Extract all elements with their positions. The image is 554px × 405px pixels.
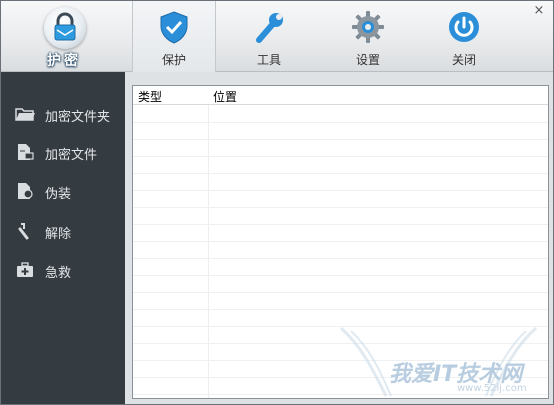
table-row: [133, 105, 548, 123]
sidebar-item-label: 加密文件: [45, 148, 98, 163]
table-row: [133, 122, 548, 140]
table-row: [133, 173, 548, 191]
logo-label: 护密: [47, 53, 81, 69]
sidebar-item-disguise[interactable]: 伪装: [1, 176, 125, 206]
shield-icon: [160, 11, 188, 44]
table-row: [133, 190, 548, 208]
tab-settings-label: 设置: [355, 53, 380, 67]
app-window: 护密 保护 工具 设置 关闭 × 加密文件夹 加密文件 伪装 解除 急救 类型 …: [0, 0, 554, 405]
table-row: [133, 292, 548, 310]
sidebar-item-label: 伪装: [45, 187, 72, 202]
tab-close-label: 关闭: [451, 53, 476, 67]
lock-logo-icon: [44, 7, 86, 49]
table-row: [133, 309, 548, 327]
folder-icon: [15, 108, 35, 121]
disguise-icon: [18, 183, 33, 199]
sidebar-item-encrypt-folder[interactable]: 加密文件夹: [1, 99, 125, 129]
tab-tools-label: 工具: [256, 53, 281, 67]
table-row: [133, 275, 548, 293]
power-icon: [449, 12, 479, 42]
tab-protect[interactable]: 保护: [132, 1, 216, 72]
sidebar-item-remove[interactable]: 解除: [1, 216, 125, 246]
sidebar-item-encrypt-file[interactable]: 加密文件: [1, 137, 125, 167]
sidebar-item-first-aid[interactable]: 急救: [1, 255, 125, 285]
file-icon: [18, 144, 34, 160]
first-aid-icon: [17, 262, 33, 277]
table-row: [133, 156, 548, 174]
wrench-icon: [256, 13, 283, 43]
column-header-type[interactable]: 类型: [138, 88, 162, 105]
sidebar-item-label: 急救: [45, 266, 72, 281]
sidebar: 加密文件夹 加密文件 伪装 解除 急救: [1, 72, 125, 404]
sidebar-item-label: 加密文件夹: [45, 110, 111, 125]
table-row: [133, 258, 548, 276]
column-header-location[interactable]: 位置: [213, 88, 237, 105]
list-header: 类型 位置: [133, 86, 548, 105]
protected-items-list[interactable]: 类型 位置: [132, 85, 549, 399]
sidebar-item-label: 解除: [45, 227, 72, 242]
top-toolbar: 护密 保护 工具 设置 关闭 ×: [1, 1, 553, 72]
tab-settings[interactable]: 设置: [327, 1, 409, 71]
watermark-url: www.52ij.com: [457, 383, 527, 394]
table-row: [133, 326, 548, 344]
tab-close[interactable]: 关闭: [423, 1, 505, 71]
table-row: [133, 241, 548, 259]
table-row: [133, 207, 548, 225]
main-content: 类型 位置: [125, 72, 553, 404]
tab-tools[interactable]: 工具: [228, 1, 310, 71]
gear-icon: [352, 11, 384, 43]
table-row: [133, 224, 548, 242]
unlock-icon: [18, 223, 29, 240]
tab-protect-label: 保护: [161, 53, 186, 67]
app-logo: 护密: [1, 1, 127, 71]
table-row: [133, 139, 548, 157]
window-close-button[interactable]: ×: [531, 3, 547, 19]
